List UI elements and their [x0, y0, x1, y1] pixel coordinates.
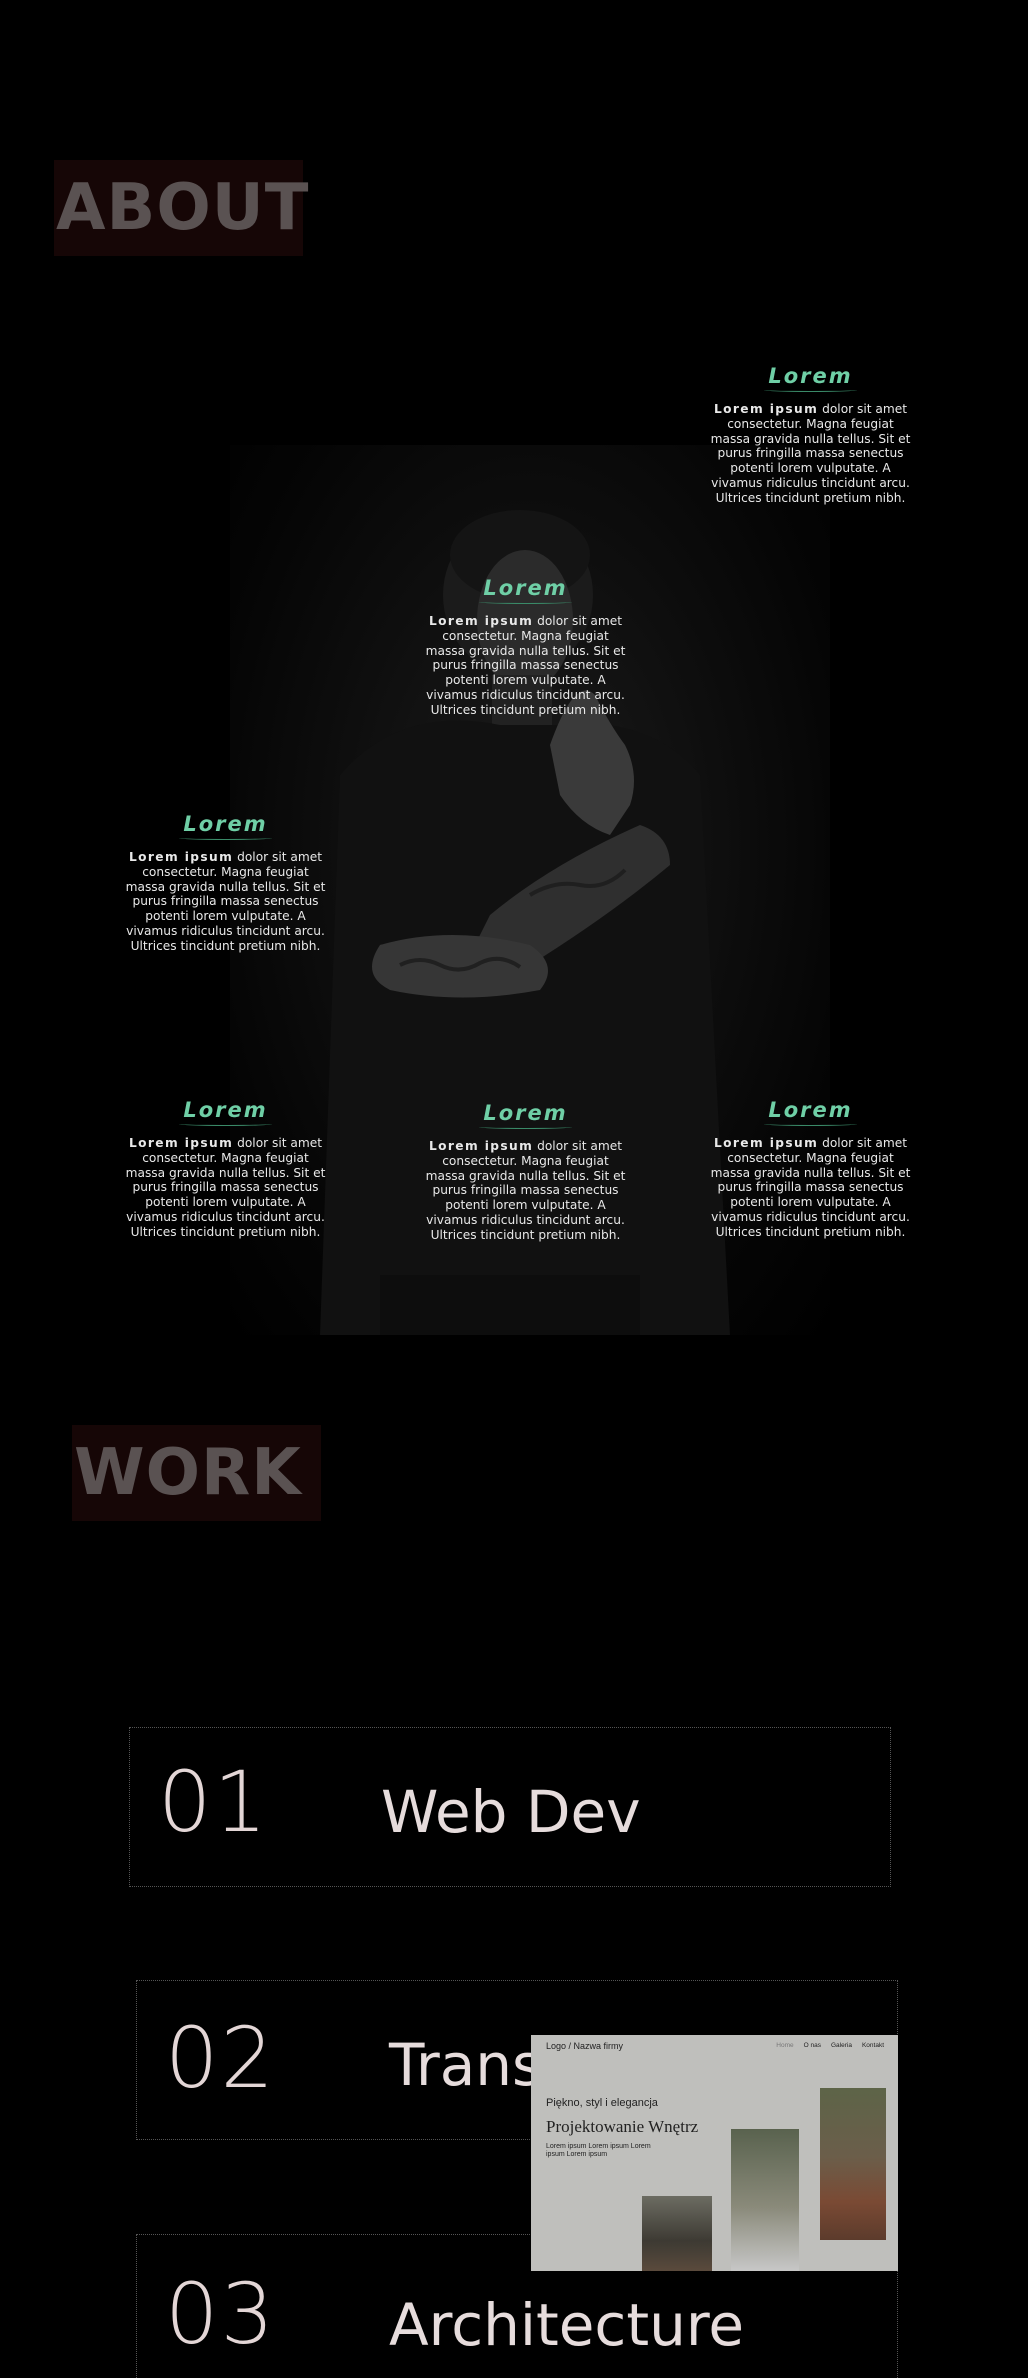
interior-photo-3	[820, 2088, 886, 2240]
work-heading: WORK	[72, 1425, 321, 1521]
feature-text: Lorem ipsum dolor sit amet consectetur. …	[125, 850, 326, 953]
work-item-number: 02	[165, 2009, 276, 2107]
feature-text: Lorem ipsum dolor sit amet consectetur. …	[425, 1139, 626, 1242]
feature-block: Lorem Lorem ipsum dolor sit amet consect…	[123, 812, 328, 954]
feature-title: Lorem	[764, 364, 857, 392]
preview-nav-home: Home	[776, 2042, 794, 2049]
feature-text: Lorem ipsum dolor sit amet consectetur. …	[710, 402, 911, 505]
feature-block: Lorem Lorem ipsum dolor sit amet consect…	[423, 576, 628, 718]
work-item-label: Web Dev	[381, 1778, 641, 1846]
interior-photo-1	[642, 2196, 712, 2271]
project-preview-card[interactable]: Logo / Nazwa firmy Home O nas Galeria Ko…	[531, 2035, 898, 2271]
feature-text: Lorem ipsum dolor sit amet consectetur. …	[125, 1136, 326, 1239]
preview-nav: Home O nas Galeria Kontakt	[776, 2042, 884, 2049]
feature-title: Lorem	[179, 812, 272, 840]
preview-tagline: Piękno, styl i elegancja	[546, 2097, 658, 2109]
feature-title: Lorem	[179, 1098, 272, 1126]
feature-title: Lorem	[764, 1098, 857, 1126]
preview-description: Lorem ipsum Lorem ipsum Lorem ipsum Lore…	[546, 2143, 651, 2158]
feature-block: Lorem Lorem ipsum dolor sit amet consect…	[708, 364, 913, 506]
preview-nav-about: O nas	[803, 2042, 821, 2049]
work-item-number: 01	[158, 1753, 269, 1851]
feature-title: Lorem	[479, 1101, 572, 1129]
feature-text: Lorem ipsum dolor sit amet consectetur. …	[710, 1136, 911, 1239]
about-heading: ABOUT	[54, 160, 308, 256]
preview-logo: Logo / Nazwa firmy	[546, 2041, 624, 2051]
work-item-number: 03	[165, 2265, 276, 2363]
feature-block: Lorem Lorem ipsum dolor sit amet consect…	[423, 1101, 628, 1243]
feature-block: Lorem Lorem ipsum dolor sit amet consect…	[123, 1098, 328, 1240]
interior-photo-2	[731, 2129, 799, 2271]
feature-text: Lorem ipsum dolor sit amet consectetur. …	[425, 614, 626, 717]
work-item-label: Architecture	[389, 2291, 745, 2359]
feature-block: Lorem Lorem ipsum dolor sit amet consect…	[708, 1098, 913, 1240]
preview-nav-gallery: Galeria	[830, 2042, 852, 2049]
feature-title: Lorem	[479, 576, 572, 604]
preview-heading: Projektowanie Wnętrz	[546, 2117, 699, 2136]
preview-nav-contact: Kontakt	[861, 2042, 884, 2049]
work-item-web-dev[interactable]: 01 Web Dev	[129, 1727, 891, 1887]
